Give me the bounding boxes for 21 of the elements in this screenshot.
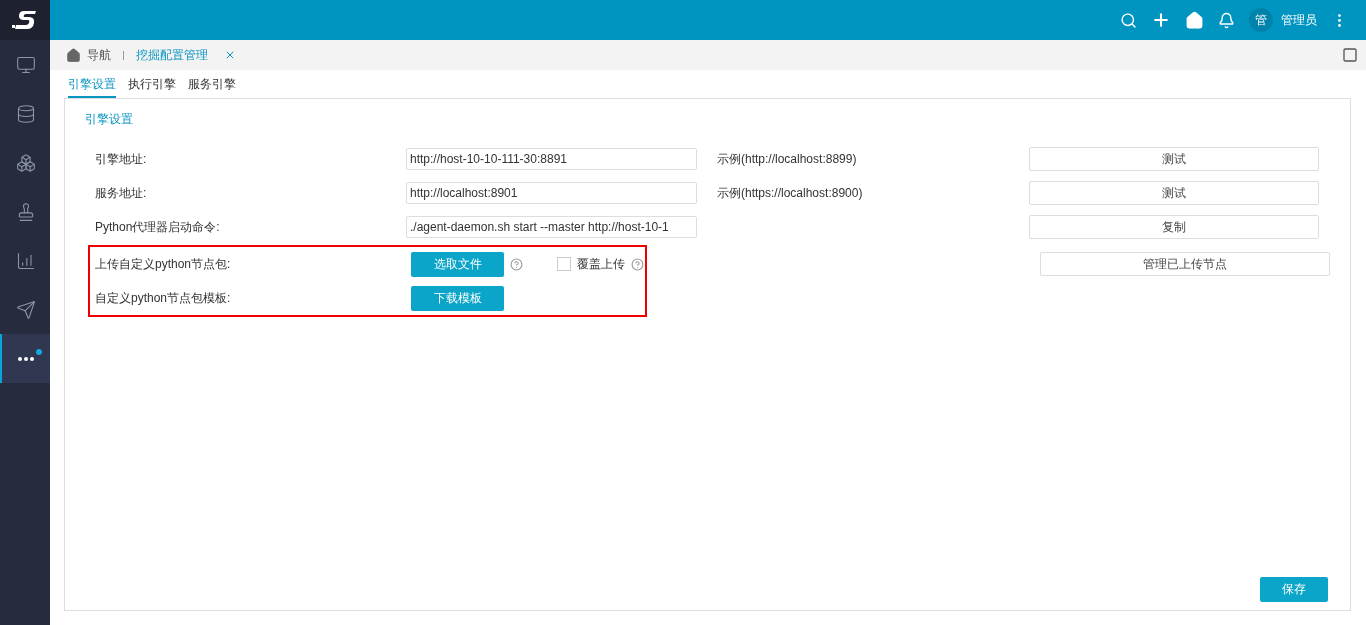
section-title: 引擎设置 xyxy=(85,111,134,128)
input-field[interactable]: http://host-10-10-111-30:8891 xyxy=(406,148,697,170)
action-button[interactable]: 管理已上传节点 xyxy=(1040,252,1330,276)
breadcrumb-link[interactable]: 导航 xyxy=(87,46,111,64)
tab[interactable]: 引擎设置 xyxy=(68,74,116,98)
user-avatar[interactable]: 管 xyxy=(1249,8,1273,32)
input-field[interactable]: http://localhost:8901 xyxy=(406,182,697,204)
action-button[interactable]: 复制 xyxy=(1029,215,1319,239)
action-button[interactable]: 测试 xyxy=(1029,147,1319,171)
tab[interactable]: 服务引擎 xyxy=(188,74,236,98)
action-button[interactable]: 测试 xyxy=(1029,181,1319,205)
example-text: 示例(http://localhost:8899) xyxy=(717,150,858,168)
input-field[interactable]: ./agent-daemon.sh start --master http://host-10-1 xyxy=(406,216,697,238)
field-label: 服务地址: xyxy=(95,184,148,202)
field-label: 引擎地址: xyxy=(95,150,148,168)
tab[interactable]: 执行引擎 xyxy=(128,74,176,98)
checkbox-label[interactable]: 覆盖上传 xyxy=(577,255,625,273)
example-text: 示例(https://localhost:8900) xyxy=(717,184,864,202)
field-label: 自定义python节点包模板: xyxy=(95,289,232,307)
field-label: Python代理器启动命令: xyxy=(95,218,221,236)
field-label: 上传自定义python节点包: xyxy=(95,255,232,273)
